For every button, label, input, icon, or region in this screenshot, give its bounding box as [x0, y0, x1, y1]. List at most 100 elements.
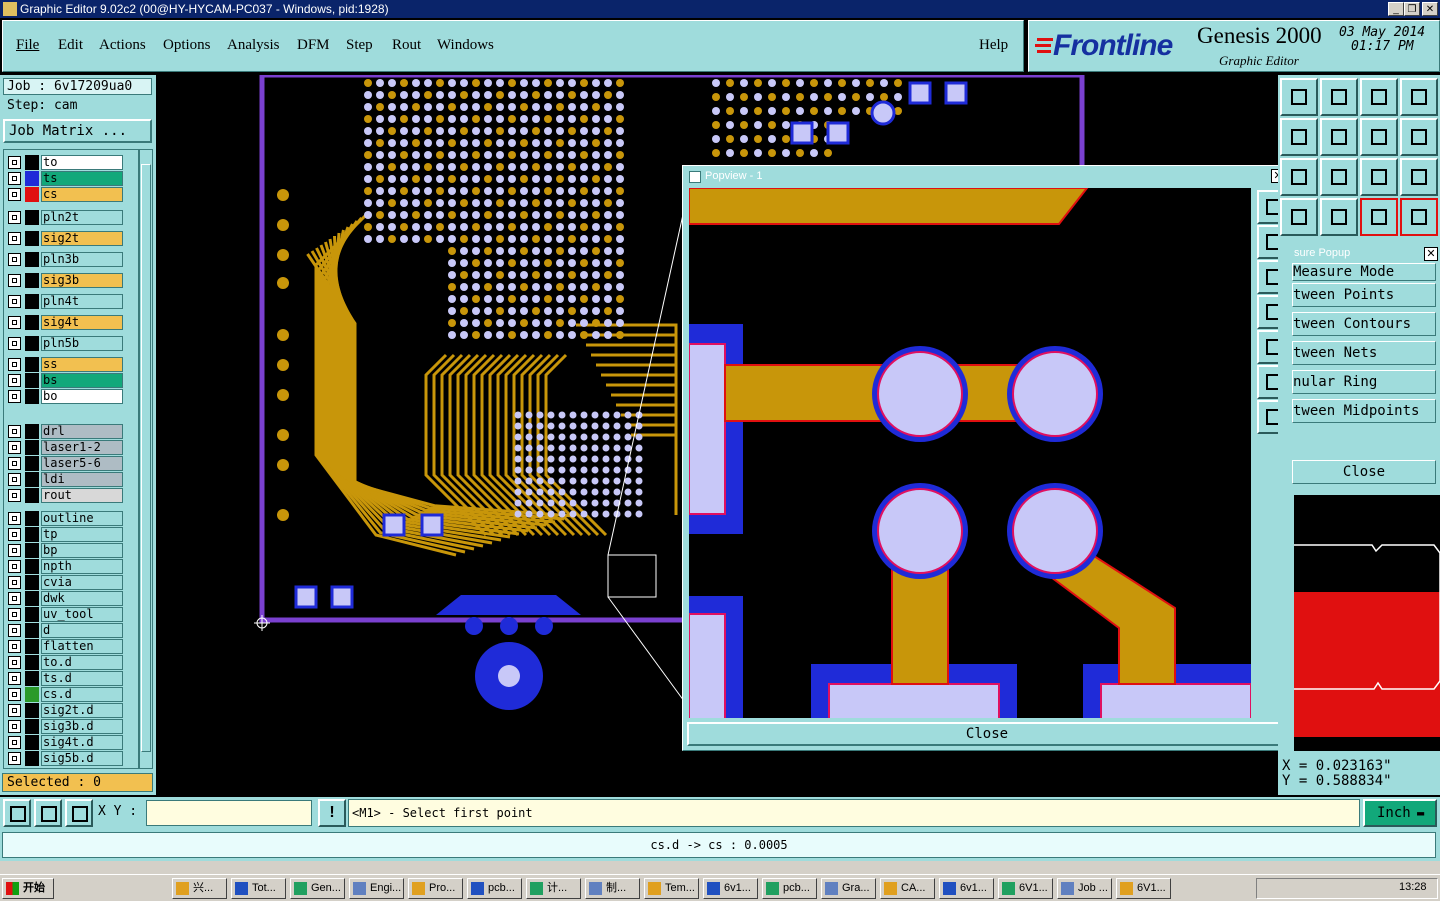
layer-row-sig4t[interactable]: sig4t	[8, 315, 124, 330]
maximize-button[interactable]: ❐	[1404, 2, 1420, 16]
layer-row-outline[interactable]: outline	[8, 511, 124, 526]
layer-row-sig5b-d[interactable]: sig5b.d	[8, 751, 124, 766]
menu-step[interactable]: Step	[346, 37, 373, 54]
alert-icon[interactable]: !	[318, 799, 346, 827]
popview-close-button[interactable]: Close	[687, 722, 1287, 746]
layer-checkbox[interactable]	[8, 156, 21, 169]
measure-annular-ring[interactable]: nular Ring	[1292, 370, 1436, 394]
minimize-button[interactable]: _	[1388, 2, 1404, 16]
layer-checkbox[interactable]	[8, 704, 21, 717]
layer-row-cs-d[interactable]: cs.d	[8, 687, 124, 702]
close-window-button[interactable]: ✕	[1422, 2, 1438, 16]
layer-checkbox[interactable]	[8, 374, 21, 387]
layer-name[interactable]: ss	[41, 357, 123, 372]
layer-name[interactable]: dwk	[41, 591, 123, 606]
layer-color-swatch[interactable]	[25, 252, 39, 267]
layer-row-cvia[interactable]: cvia	[8, 575, 124, 590]
menu-edit[interactable]: Edit	[58, 37, 83, 54]
layer-color-swatch[interactable]	[25, 623, 39, 638]
layer-color-swatch[interactable]	[25, 607, 39, 622]
layer-name[interactable]: bp	[41, 543, 123, 558]
pan-icon[interactable]	[1320, 158, 1358, 196]
layer-row-sig3b[interactable]: sig3b	[8, 273, 124, 288]
taskbar-item[interactable]: Gen...	[290, 878, 345, 899]
layer-row-d[interactable]: d	[8, 623, 124, 638]
layer-name[interactable]: ts.d	[41, 671, 123, 686]
layer-name[interactable]: cvia	[41, 575, 123, 590]
layer-row-sig2t-d[interactable]: sig2t.d	[8, 703, 124, 718]
layer-checkbox[interactable]	[8, 253, 21, 266]
layer-checkbox[interactable]	[8, 512, 21, 525]
layer-row-tp[interactable]: tp	[8, 527, 124, 542]
layer-row-ts[interactable]: ts	[8, 171, 124, 186]
layer-color-swatch[interactable]	[25, 488, 39, 503]
layer-name[interactable]: ts	[41, 171, 123, 186]
menu-windows[interactable]: Windows	[437, 37, 494, 54]
layer-name[interactable]: laser5-6	[41, 456, 123, 471]
layer-color-swatch[interactable]	[25, 424, 39, 439]
grid-view-icon[interactable]	[1320, 198, 1358, 236]
menu-help[interactable]: Help	[979, 37, 1008, 54]
measure-between-points[interactable]: tween Points	[1292, 283, 1436, 307]
layer-name[interactable]: laser1-2	[41, 440, 123, 455]
taskbar-item[interactable]: Gra...	[821, 878, 876, 899]
layer-color-swatch[interactable]	[25, 703, 39, 718]
layer-name[interactable]: sig5b.d	[41, 751, 123, 766]
layer-color-swatch[interactable]	[25, 543, 39, 558]
layer-color-swatch[interactable]	[25, 294, 39, 309]
layer-row-flatten[interactable]: flatten	[8, 639, 124, 654]
layer-checkbox[interactable]	[8, 592, 21, 605]
layer-row-sig2t[interactable]: sig2t	[8, 231, 124, 246]
layer-row-pln3b[interactable]: pln3b	[8, 252, 124, 267]
layer-color-swatch[interactable]	[25, 511, 39, 526]
measure-close-icon[interactable]: ✕	[1424, 247, 1438, 261]
layer-name[interactable]: cs	[41, 187, 123, 202]
menu-actions[interactable]: Actions	[99, 37, 146, 54]
layer-checkbox[interactable]	[8, 425, 21, 438]
layer-color-swatch[interactable]	[25, 591, 39, 606]
layer-checkbox[interactable]	[8, 576, 21, 589]
popview-canvas[interactable]	[689, 188, 1251, 718]
layer-name[interactable]: sig3b.d	[41, 719, 123, 734]
menu-options[interactable]: Options	[163, 37, 211, 54]
xy-input[interactable]	[146, 800, 312, 826]
layer-checkbox[interactable]	[8, 232, 21, 245]
layer-name[interactable]: ldi	[41, 472, 123, 487]
layer-name[interactable]: pln4t	[41, 294, 123, 309]
taskbar-item[interactable]: 6v1...	[939, 878, 994, 899]
grid-icon[interactable]	[65, 799, 93, 827]
window-icon[interactable]	[1400, 78, 1438, 116]
layer-color-swatch[interactable]	[25, 527, 39, 542]
layer-checkbox[interactable]	[8, 188, 21, 201]
taskbar-item[interactable]: pcb...	[762, 878, 817, 899]
layer-name[interactable]: cs.d	[41, 687, 123, 702]
layer-color-swatch[interactable]	[25, 575, 39, 590]
layer-checkbox[interactable]	[8, 211, 21, 224]
layer-name[interactable]: sig4t	[41, 315, 123, 330]
taskbar-item[interactable]: Tot...	[231, 878, 286, 899]
layer-name[interactable]: npth	[41, 559, 123, 574]
layer-row-pln2t[interactable]: pln2t	[8, 210, 124, 225]
layer-row-ss[interactable]: ss	[8, 357, 124, 372]
job-matrix-button[interactable]: Job Matrix ...	[3, 119, 152, 143]
layer-color-swatch[interactable]	[25, 315, 39, 330]
taskbar-item[interactable]: pcb...	[467, 878, 522, 899]
layer-row-laser1-2[interactable]: laser1-2	[8, 440, 124, 455]
layer-checkbox[interactable]	[8, 390, 21, 403]
layer-checkbox[interactable]	[8, 688, 21, 701]
layer-name[interactable]: bs	[41, 373, 123, 388]
layer-checkbox[interactable]	[8, 544, 21, 557]
layer-color-swatch[interactable]	[25, 336, 39, 351]
layer-row-npth[interactable]: npth	[8, 559, 124, 574]
layer-checkbox[interactable]	[8, 316, 21, 329]
target-icon[interactable]	[1280, 158, 1318, 196]
layer-checkbox[interactable]	[8, 337, 21, 350]
tool-a-icon[interactable]	[1280, 198, 1318, 236]
snap-red-icon[interactable]	[1360, 198, 1398, 236]
start-button[interactable]: 开始	[2, 878, 54, 899]
taskbar-item[interactable]: 6v1...	[703, 878, 758, 899]
move-right-icon[interactable]	[1320, 118, 1358, 156]
layer-row-laser5-6[interactable]: laser5-6	[8, 456, 124, 471]
layer-name[interactable]: sig4t.d	[41, 735, 123, 750]
menu-dfm[interactable]: DFM	[297, 37, 330, 54]
